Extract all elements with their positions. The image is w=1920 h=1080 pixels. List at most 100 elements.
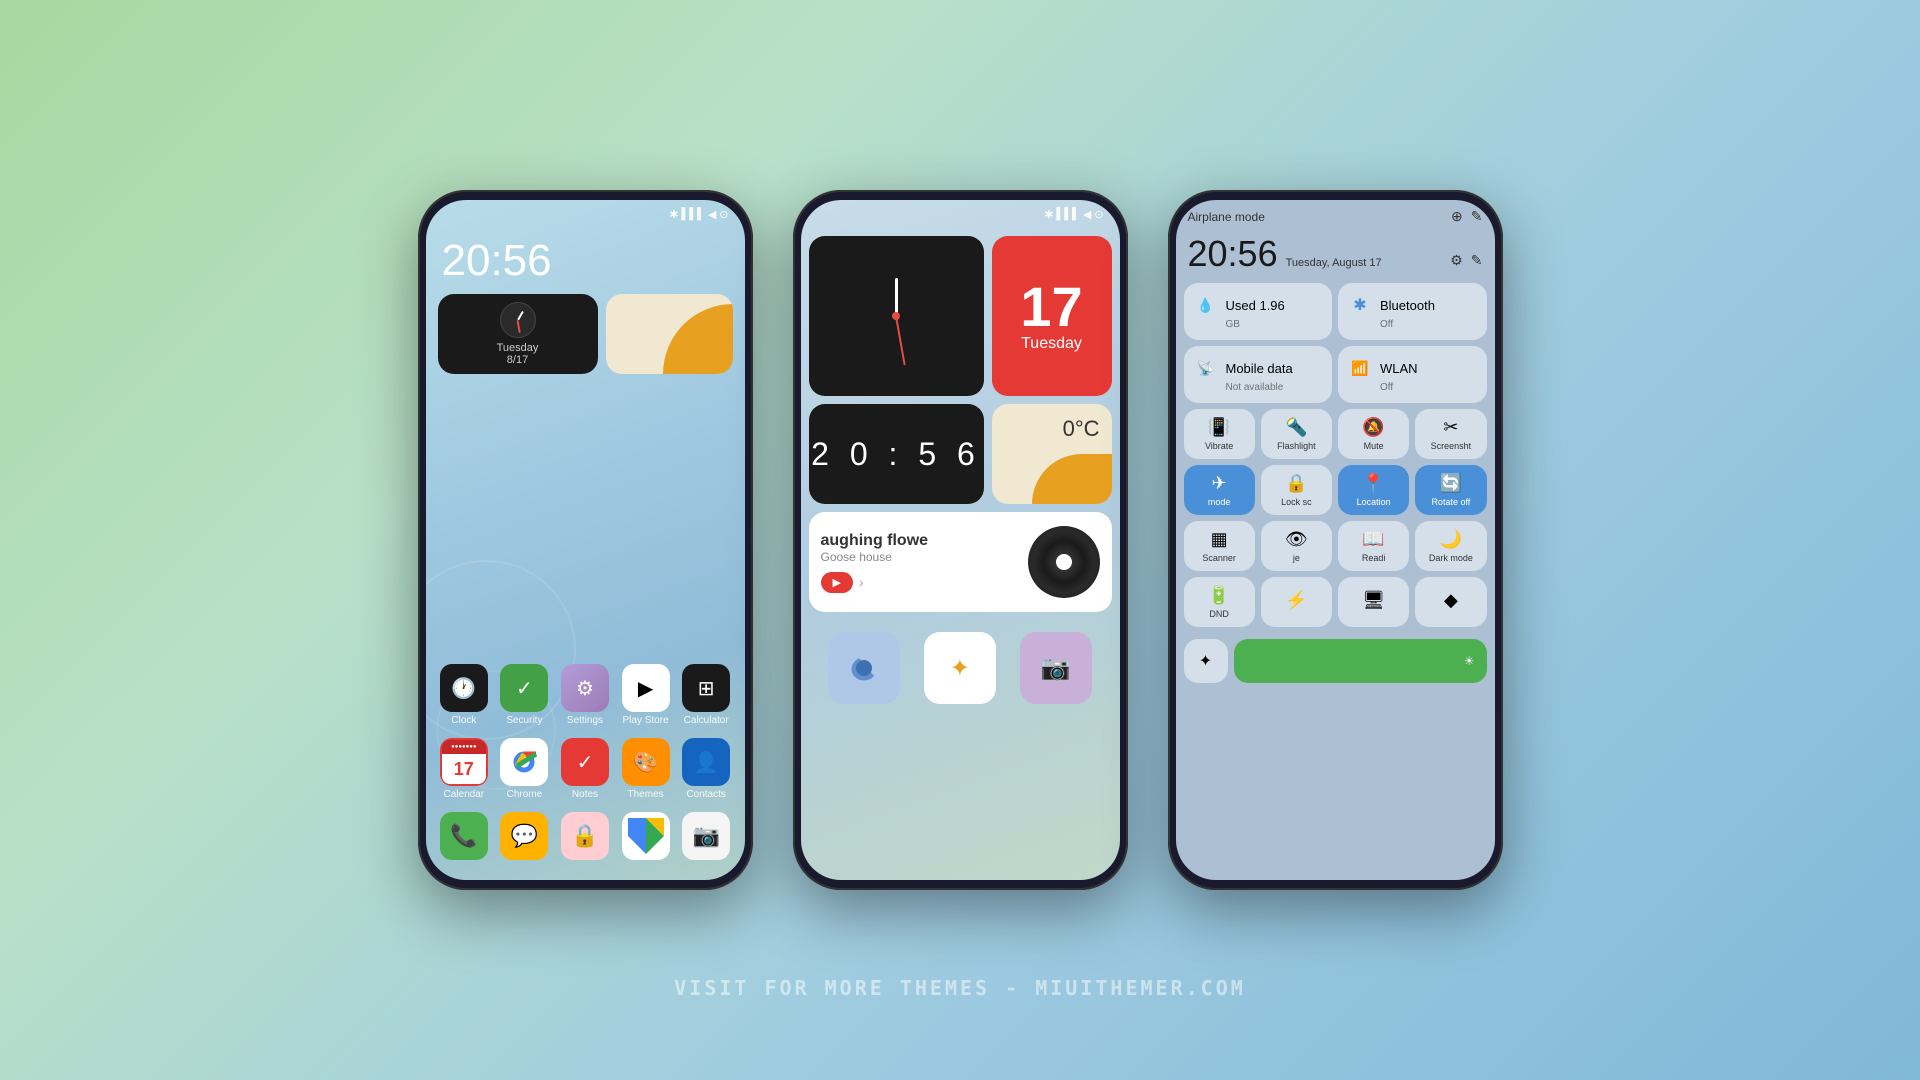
wlan-tile-header: 📶 WLAN [1348, 356, 1477, 380]
clock-icon: 🕐 [440, 664, 488, 712]
settings-icon: ⚙ [561, 664, 609, 712]
music-controls: ▶ › [821, 572, 1018, 593]
eye-label: je [1293, 553, 1300, 563]
app-calculator[interactable]: ⊞ Calculator [678, 664, 734, 726]
rotate-icon: 🔄 [1440, 473, 1462, 494]
phone-3: Airplane mode ⊕ ✎ 20:56 Tuesday, August … [1168, 190, 1503, 890]
nfc-btn[interactable]: ◆ [1415, 577, 1486, 627]
phone1-status-bar: ✱▌▌▌◀⊙ [426, 200, 745, 228]
mobile-sub: Not available [1194, 382, 1323, 393]
clock-face [500, 302, 536, 338]
bluetooth-tile[interactable]: ✱ Bluetooth Off [1338, 283, 1487, 340]
app-notes[interactable]: ✓ Notes [557, 738, 613, 800]
app-contacts[interactable]: 👤 Contacts [678, 738, 734, 800]
eye-icon: 👁 [1285, 529, 1308, 550]
app-lock[interactable]: 🔒 [557, 812, 613, 860]
mobile-icon: 📡 [1194, 356, 1218, 380]
dark-clock-widget [809, 236, 984, 396]
data-tile-header: 💧 Used 1.96 [1194, 293, 1323, 317]
airplane-btn[interactable]: ✈ mode [1184, 465, 1255, 515]
music-info: aughing flowe Goose house ▶ › [821, 532, 1018, 593]
phone1-time: 20:56 [426, 228, 745, 290]
scanner-btn[interactable]: ▦ Scanner [1184, 521, 1255, 571]
lockscreen-icon: 🔒 [1285, 473, 1307, 494]
calendar-widget: 17 Tuesday [992, 236, 1112, 396]
app-playstore[interactable]: ▶ Play Store [618, 664, 674, 726]
brightness-value: ☀ [1464, 654, 1475, 668]
edit-icon-ctrl[interactable]: ✎ [1471, 252, 1483, 269]
app-chrome[interactable]: Chrome [496, 738, 552, 800]
vinyl-record [1028, 526, 1100, 598]
analog-large [836, 256, 956, 376]
lockscreen-btn[interactable]: 🔒 Lock sc [1261, 465, 1332, 515]
themes-label: Themes [628, 789, 664, 800]
yellow-widget [606, 294, 733, 374]
rotate-label: Rotate off [1431, 497, 1470, 507]
phone-icon: 📞 [440, 812, 488, 860]
camera-icon: 📷 [682, 812, 730, 860]
app-camera[interactable]: 📷 [678, 812, 734, 860]
app-settings[interactable]: ⚙ Settings [557, 664, 613, 726]
app-clock[interactable]: 🕐 Clock [436, 664, 492, 726]
flashlight-btn[interactable]: 🔦 Flashlight [1261, 409, 1332, 459]
boost-btn[interactable]: ⚡ [1261, 577, 1332, 627]
settings-icon-ctrl[interactable]: ⚙ [1450, 252, 1463, 269]
wlan-tile[interactable]: 📶 WLAN Off [1338, 346, 1487, 403]
battery-label: DND [1209, 609, 1229, 619]
phone1-screen: ✱▌▌▌◀⊙ 20:56 Tuesday 8/17 [426, 200, 745, 880]
app-themes[interactable]: 🎨 Themes [618, 738, 674, 800]
brightness-icon: ✦ [1199, 651, 1212, 671]
phone-1: ✱▌▌▌◀⊙ 20:56 Tuesday 8/17 [418, 190, 753, 890]
app-security[interactable]: ✓ Security [496, 664, 552, 726]
contacts-icon: 👤 [682, 738, 730, 786]
flashlight-label: Flashlight [1277, 441, 1316, 451]
app-messages[interactable]: 💬 [496, 812, 552, 860]
mute-btn[interactable]: 🔕 Mute [1338, 409, 1409, 459]
bt-sub: Off [1348, 319, 1477, 330]
music-artist: Goose house [821, 550, 1018, 564]
youtube-button[interactable]: ▶ [821, 572, 853, 593]
phone3-screen: Airplane mode ⊕ ✎ 20:56 Tuesday, August … [1176, 200, 1495, 880]
bluetooth-icon: ✱ [1348, 293, 1372, 317]
mute-label: Mute [1364, 441, 1384, 451]
app-calendar[interactable]: ●●●●●●● 17 Calendar [436, 738, 492, 800]
nfc-icon: ◆ [1444, 590, 1458, 611]
app-maps[interactable] [618, 812, 674, 860]
mute-icon: 🔕 [1362, 417, 1384, 438]
brightness-tile[interactable]: ✦ [1184, 639, 1228, 683]
calculator-icon: ⊞ [682, 664, 730, 712]
read-btn[interactable]: 📖 Readi [1338, 521, 1409, 571]
maps-icon [622, 812, 670, 860]
phone2-widgets: 17 Tuesday 2 0 : 5 6 0°C aughing flowe G… [801, 228, 1120, 720]
calendar-label: Calendar [444, 789, 485, 800]
app-row-1: 🕐 Clock ✓ Security ⚙ Settings [434, 664, 737, 726]
brightness-bar[interactable]: ☀ [1234, 639, 1487, 683]
rotate-btn[interactable]: 🔄 Rotate off [1415, 465, 1486, 515]
mobile-data-tile[interactable]: 📡 Mobile data Not available [1184, 346, 1333, 403]
app-phone[interactable]: 📞 [436, 812, 492, 860]
ctrl-date: Tuesday, August 17 [1286, 257, 1382, 269]
location-btn[interactable]: 📍 Location [1338, 465, 1409, 515]
location-icon: 📍 [1362, 473, 1384, 494]
darkmode-label: Dark mode [1429, 553, 1473, 563]
darkmode-icon: 🌙 [1440, 529, 1462, 550]
vibrate-icon: 📳 [1208, 417, 1230, 438]
lockscreen-label: Lock sc [1281, 497, 1312, 507]
screenshot-btn[interactable]: ✂ Screensht [1415, 409, 1486, 459]
clock-label: Clock [451, 715, 476, 726]
strip-icon-1[interactable] [828, 632, 900, 704]
strip-icon-2[interactable]: ✦ [924, 632, 996, 704]
strip-icon-3[interactable]: 📷 [1020, 632, 1092, 704]
mobile-tile-header: 📡 Mobile data [1194, 356, 1323, 380]
eye-btn[interactable]: 👁 je [1261, 521, 1332, 571]
battery-btn[interactable]: 🔋 DND [1184, 577, 1255, 627]
notes-icon: ✓ [561, 738, 609, 786]
data-tile[interactable]: 💧 Used 1.96 GB [1184, 283, 1333, 340]
app-row-2: ●●●●●●● 17 Calendar [434, 738, 737, 800]
vibrate-btn[interactable]: 📳 Vibrate [1184, 409, 1255, 459]
center-dot [892, 312, 900, 320]
scanner-icon: ▦ [1211, 529, 1228, 550]
darkmode-btn[interactable]: 🌙 Dark mode [1415, 521, 1486, 571]
cast-btn[interactable]: 🖥 [1338, 577, 1409, 627]
mobile-title: Mobile data [1226, 361, 1293, 376]
